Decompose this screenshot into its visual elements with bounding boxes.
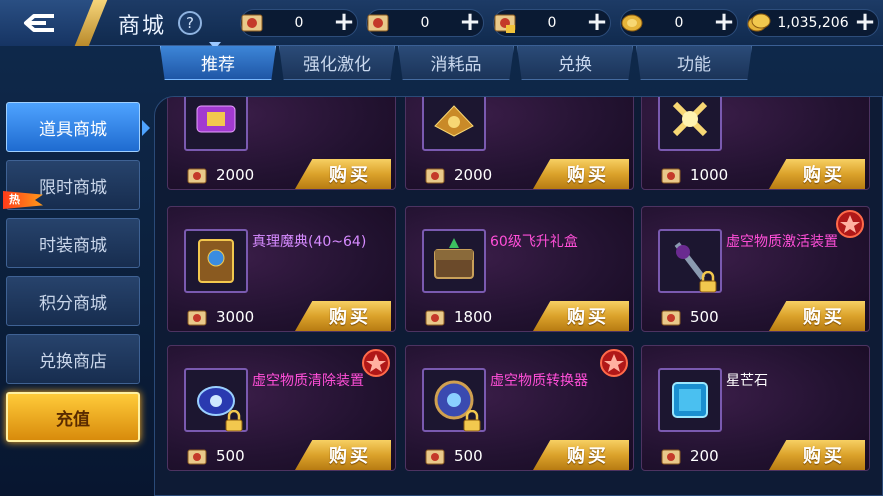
gold-coins-icon	[744, 8, 774, 38]
buy-button[interactable]: 购买	[769, 440, 865, 470]
back-arrow-icon	[24, 14, 54, 32]
sidebar-item-exchange-store[interactable]: 兑换商店	[6, 334, 140, 384]
scroll-token-icon	[187, 168, 207, 184]
tab-bar: 推荐 强化激化 消耗品 兑换 功能	[160, 46, 755, 82]
buy-button[interactable]: 购买	[533, 159, 629, 189]
scroll-token-icon	[661, 449, 681, 465]
lock-icon	[699, 271, 717, 293]
item-thumbnail	[422, 97, 486, 151]
item-price: 500	[690, 308, 719, 326]
item-name: 虚空物质清除装置	[252, 373, 364, 389]
scroll-token-icon	[187, 449, 207, 465]
item-name: 真理魔典(40~64)	[252, 234, 367, 250]
shop-panel: 2000 购买 2000 购买 1000 购买 真理魔典(40~64) 3000 购买 60级飞升…	[154, 96, 883, 496]
item-name: 星芒石	[726, 373, 768, 389]
currency-slot-3: 0 +	[493, 9, 611, 37]
scroll-token-icon	[425, 310, 445, 326]
currency-slot-2: 0 +	[366, 9, 484, 37]
add-currency-button[interactable]: +	[331, 9, 357, 36]
scroll-token-icon	[425, 168, 445, 184]
currency-slot-5: 1,035,206 +	[747, 9, 879, 37]
scroll-token-icon	[661, 310, 681, 326]
item-price: 500	[454, 447, 483, 465]
buy-button[interactable]: 购买	[295, 159, 391, 189]
item-price: 1000	[690, 166, 729, 184]
buy-button[interactable]: 购买	[769, 301, 865, 331]
item-card[interactable]: 真理魔典(40~64) 3000 购买	[167, 206, 396, 332]
recharge-button[interactable]: 充值	[6, 392, 140, 442]
currency-value: 0	[294, 15, 304, 31]
scroll-token-icon	[187, 310, 207, 326]
lock-icon	[463, 410, 481, 432]
item-card[interactable]: 虚空物质清除装置 500 购买	[167, 345, 396, 471]
item-price: 2000	[216, 166, 255, 184]
currency-slot-1: 0 +	[240, 9, 358, 37]
item-price: 500	[216, 447, 245, 465]
item-thumbnail	[422, 229, 486, 293]
scroll-token-icon	[425, 449, 445, 465]
item-name: 60级飞升礼盒	[490, 234, 578, 250]
item-price: 200	[690, 447, 719, 465]
currency-value: 1,035,206	[777, 15, 849, 31]
scroll-token-icon	[661, 168, 681, 184]
item-card[interactable]: 星芒石 200 购买	[641, 345, 870, 471]
item-thumbnail	[658, 97, 722, 151]
tab-exchange[interactable]: 兑换	[517, 46, 633, 80]
item-card[interactable]: 2000 购买	[405, 97, 634, 190]
seal-badge-icon	[362, 349, 390, 377]
buy-button[interactable]: 购买	[769, 159, 865, 189]
sidebar-item-limited-mall[interactable]: 限时商城 热	[3, 160, 140, 210]
currency-slot-4: 0 +	[620, 9, 738, 37]
item-card[interactable]: 1000 购买	[641, 97, 870, 190]
add-currency-button[interactable]: +	[852, 9, 878, 36]
sidebar: 道具商城 限时商城 热 时装商城 积分商城 兑换商店 充值	[3, 102, 142, 450]
item-card[interactable]: 虚空物质激活装置 500 购买	[641, 206, 870, 332]
item-price: 1800	[454, 308, 493, 326]
gold-coin-icon	[617, 8, 647, 38]
buy-button[interactable]: 购买	[295, 440, 391, 470]
item-price: 3000	[216, 308, 255, 326]
locked-scroll-token-icon	[490, 8, 520, 38]
top-bar: 商城 ? 0 + 0 + 0 + 0 + 1,035,206 +	[0, 0, 883, 46]
hot-badge: 热	[3, 191, 43, 209]
item-thumbnail	[184, 229, 248, 293]
scroll-token-icon	[363, 8, 393, 38]
item-name: 虚空物质转换器	[490, 373, 588, 389]
seal-badge-icon	[836, 210, 864, 238]
item-card[interactable]: 虚空物质转换器 500 购买	[405, 345, 634, 471]
add-currency-button[interactable]: +	[457, 9, 483, 36]
buy-button[interactable]: 购买	[533, 440, 629, 470]
scroll-token-icon	[237, 8, 267, 38]
item-price: 2000	[454, 166, 493, 184]
sidebar-item-item-mall[interactable]: 道具商城	[6, 102, 140, 152]
item-name: 虚空物质激活装置	[726, 234, 838, 250]
sidebar-item-label: 限时商城	[39, 177, 107, 198]
item-thumbnail	[658, 368, 722, 432]
buy-button[interactable]: 购买	[295, 301, 391, 331]
add-currency-button[interactable]: +	[584, 9, 610, 36]
tab-function[interactable]: 功能	[636, 46, 752, 80]
currency-value: 0	[547, 15, 557, 31]
item-card[interactable]: 60级飞升礼盒 1800 购买	[405, 206, 634, 332]
item-card[interactable]: 2000 购买	[167, 97, 396, 190]
tab-consumables[interactable]: 消耗品	[398, 46, 514, 80]
currency-value: 0	[674, 15, 684, 31]
page-title: 商城	[118, 14, 167, 39]
seal-badge-icon	[600, 349, 628, 377]
sidebar-item-fashion-mall[interactable]: 时装商城	[6, 218, 140, 268]
help-button[interactable]: ?	[178, 11, 202, 35]
sidebar-item-points-mall[interactable]: 积分商城	[6, 276, 140, 326]
item-thumbnail	[184, 97, 248, 151]
tab-enhance[interactable]: 强化激化	[279, 46, 395, 80]
tab-recommended[interactable]: 推荐	[160, 46, 276, 80]
active-indicator-icon	[142, 120, 150, 136]
currency-value: 0	[420, 15, 430, 31]
lock-icon	[225, 410, 243, 432]
add-currency-button[interactable]: +	[711, 9, 737, 36]
buy-button[interactable]: 购买	[533, 301, 629, 331]
